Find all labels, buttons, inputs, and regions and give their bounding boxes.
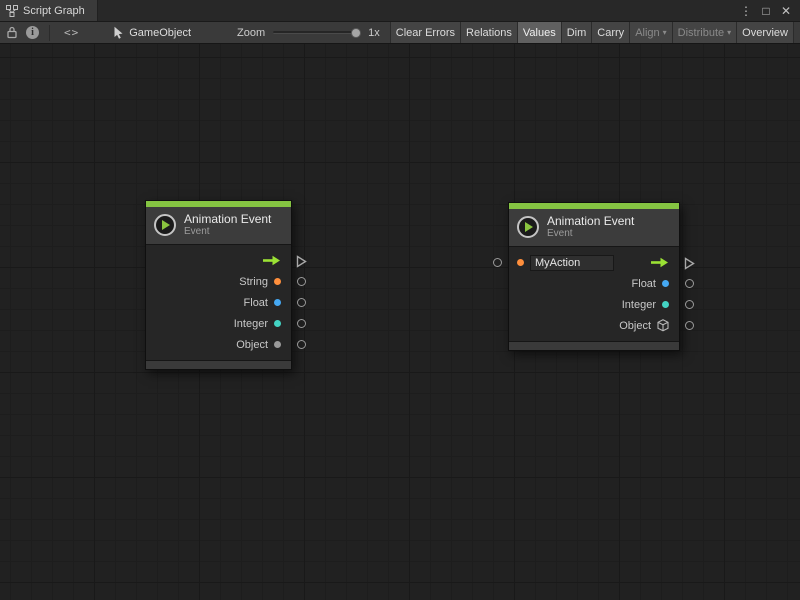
distribute-label: Distribute xyxy=(678,27,724,39)
float-out-port[interactable] xyxy=(685,279,694,288)
string-type-icon xyxy=(274,278,281,285)
distribute-dropdown[interactable]: Distribute ▾ xyxy=(672,22,737,43)
node-animation-event-1[interactable]: Animation Event Event String xyxy=(145,200,292,370)
toolbar-buttons: Clear Errors Relations Values Dim Carry … xyxy=(390,22,793,43)
relations-button[interactable]: Relations xyxy=(460,22,518,43)
port-row-string: String xyxy=(146,271,291,292)
node-animation-event-2[interactable]: Animation Event Event xyxy=(508,202,680,351)
action-name-input[interactable] xyxy=(530,255,614,271)
zoom-slider[interactable] xyxy=(273,27,361,39)
port-label-integer: Integer xyxy=(234,318,268,330)
tab-script-graph[interactable]: Script Graph xyxy=(0,0,98,21)
object-out-port[interactable] xyxy=(685,321,694,330)
values-label: Values xyxy=(523,27,556,39)
integer-type-icon xyxy=(662,301,669,308)
info-icon[interactable]: i xyxy=(26,26,39,39)
values-button[interactable]: Values xyxy=(517,22,562,43)
port-row-float: Float xyxy=(509,273,679,294)
action-in-port[interactable] xyxy=(493,258,502,267)
float-out-port[interactable] xyxy=(297,298,306,307)
node-title: Animation Event xyxy=(184,212,271,226)
dim-button[interactable]: Dim xyxy=(561,22,593,43)
align-label: Align xyxy=(635,27,659,39)
integer-out-port[interactable] xyxy=(297,319,306,328)
titlebar: Script Graph ⋮ □ ✕ xyxy=(0,0,800,22)
port-label-float: Float xyxy=(632,278,656,290)
object-out-port[interactable] xyxy=(297,340,306,349)
chevron-down-icon: ▾ xyxy=(727,28,731,37)
float-type-icon xyxy=(662,280,669,287)
gameobject-cursor-icon xyxy=(113,26,124,39)
port-row-action-flow xyxy=(509,252,679,273)
object-type-icon xyxy=(274,341,281,348)
port-row-float: Float xyxy=(146,292,291,313)
integer-type-icon xyxy=(274,320,281,327)
port-row-object: Object xyxy=(509,315,679,336)
zoom-slider-track xyxy=(273,31,361,34)
node-footer xyxy=(146,360,291,369)
graph-toolbar: i <> GameObject Zoom 1x Clear Errors Rel… xyxy=(0,22,800,44)
port-label-integer: Integer xyxy=(622,299,656,311)
string-out-port[interactable] xyxy=(297,277,306,286)
graph-icon xyxy=(6,5,18,17)
node-subtitle: Event xyxy=(547,228,634,240)
event-play-icon xyxy=(154,214,176,236)
node-subtitle: Event xyxy=(184,226,271,238)
relations-label: Relations xyxy=(466,27,512,39)
integer-out-port[interactable] xyxy=(685,300,694,309)
zoom-value: 1x xyxy=(368,27,380,39)
clear-errors-button[interactable]: Clear Errors xyxy=(390,22,461,43)
tab-label: Script Graph xyxy=(23,5,85,17)
flow-arrow-icon xyxy=(650,257,669,268)
node-title: Animation Event xyxy=(547,214,634,228)
dim-label: Dim xyxy=(567,27,587,39)
carry-label: Carry xyxy=(597,27,624,39)
node-footer xyxy=(509,341,679,350)
carry-button[interactable]: Carry xyxy=(591,22,630,43)
flow-out-port[interactable] xyxy=(684,257,695,270)
port-label-string: String xyxy=(239,276,268,288)
close-icon[interactable]: ✕ xyxy=(778,4,794,18)
port-row-integer: Integer xyxy=(146,313,291,334)
port-row-object: Object xyxy=(146,334,291,355)
gameobject-label: GameObject xyxy=(129,27,191,39)
node-body: Float Integer Object xyxy=(509,247,679,341)
zoom-label: Zoom xyxy=(237,27,265,39)
port-label-float: Float xyxy=(244,297,268,309)
lock-icon[interactable] xyxy=(6,26,18,39)
flow-out-port[interactable] xyxy=(296,255,307,268)
clear-errors-label: Clear Errors xyxy=(396,27,455,39)
toolbar-divider xyxy=(49,25,50,41)
float-type-icon xyxy=(274,299,281,306)
script-graph-window: Script Graph ⋮ □ ✕ i <> GameObject Zoom xyxy=(0,0,800,600)
align-dropdown[interactable]: Align ▾ xyxy=(629,22,672,43)
overview-label: Overview xyxy=(742,27,788,39)
titlebar-controls: ⋮ □ ✕ xyxy=(738,0,800,21)
port-row-integer: Integer xyxy=(509,294,679,315)
graph-canvas[interactable]: Animation Event Event String xyxy=(0,44,800,600)
node-body: String Float Integer Object xyxy=(146,245,291,360)
object-cube-icon xyxy=(657,319,669,332)
chevron-down-icon: ▾ xyxy=(663,28,667,37)
maximize-icon[interactable]: □ xyxy=(758,4,774,18)
string-type-icon xyxy=(517,259,524,266)
node-header: Animation Event Event xyxy=(509,209,679,247)
zoom-slider-handle[interactable] xyxy=(351,28,361,38)
event-play-icon xyxy=(517,216,539,238)
port-label-object: Object xyxy=(619,320,651,332)
node-header: Animation Event Event xyxy=(146,207,291,245)
menu-icon[interactable]: ⋮ xyxy=(738,4,754,18)
port-label-object: Object xyxy=(236,339,268,351)
port-row-flow-out xyxy=(146,250,291,271)
edit-script-icon[interactable]: <> xyxy=(64,26,79,39)
overview-button[interactable]: Overview xyxy=(736,22,794,43)
titlebar-spacer xyxy=(98,0,738,21)
flow-arrow-icon xyxy=(262,255,281,266)
